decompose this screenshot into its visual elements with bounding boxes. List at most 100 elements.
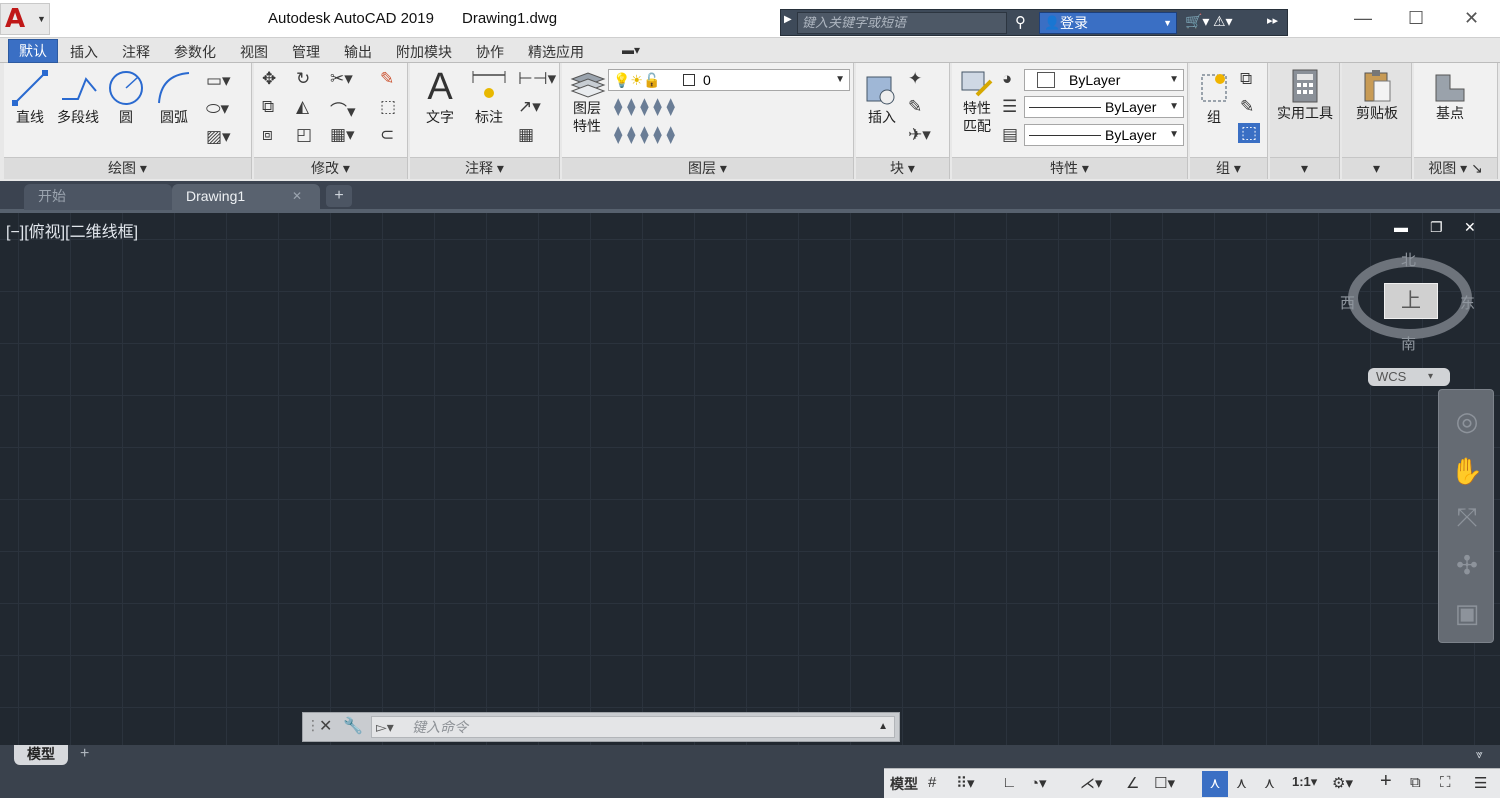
offset-icon[interactable]: ⊂ [380,125,394,145]
panel-clipboard-title[interactable]: ▾ [1342,157,1411,179]
maximize-button[interactable]: ☐ [1408,8,1424,29]
tab-manage[interactable]: 管理 [292,42,320,62]
close-command-line-icon[interactable]: ✕ [319,716,332,736]
tab-output[interactable]: 输出 [344,42,372,62]
more-arrows-icon[interactable]: ▸▸ [1267,14,1278,27]
panel-layers-title[interactable]: 图层 ▾ [562,157,853,179]
color-wheel-icon[interactable]: ◕ [1002,69,1012,89]
color-dropdown[interactable]: ByLayer ▼ [1024,69,1184,91]
drawing-canvas[interactable]: [−][俯视][二维线框] ▬ ❐ ✕ 上 北 南 东 西 WCS ▾ ◎ ✋ … [0,213,1500,745]
viewport-controls-label[interactable]: [−][俯视][二维线框] [6,218,138,242]
panel-utilities-title[interactable]: ▾ [1270,157,1339,179]
viewport-restore-icon[interactable]: ❐ [1430,219,1443,236]
line-button[interactable]: 直线 [10,69,50,127]
copy-icon[interactable]: ⧉ [262,97,274,117]
new-tab-icon[interactable]: + [326,185,352,207]
login-dropdown[interactable]: 👤 登录 ▼ [1039,12,1177,34]
close-button[interactable]: ✕ [1464,8,1479,29]
annotation-monitor-icon[interactable]: + [1380,770,1392,793]
fullscreen-icon[interactable]: ⛶ [1440,774,1451,791]
trim-icon[interactable]: ✂▾ [330,69,353,89]
ungroup-icon[interactable]: ⧉ [1240,69,1252,89]
panel-annotation-title[interactable]: 注释 ▾ [410,157,559,179]
create-block-icon[interactable]: ✦ [908,69,922,89]
compass-east[interactable]: 东 [1460,292,1475,313]
erase-icon[interactable]: ✎ [380,69,394,89]
arc-button[interactable]: 圆弧 [154,69,194,127]
tab-addins[interactable]: 附加模块 [396,42,452,62]
customization-menu-icon[interactable]: ☰ [1474,774,1487,792]
layer-properties-button[interactable]: 图层 特性 [566,69,608,135]
block-attributes-icon[interactable]: ✈▾ [908,125,931,145]
object-snap-icon[interactable]: ☐▾ [1154,774,1175,792]
explode-icon[interactable]: ⬚ [380,97,396,117]
add-layout-icon[interactable]: + [80,745,89,763]
fillet-icon[interactable]: ⌒▾ [330,97,356,122]
annotation-autoscale-icon[interactable]: ⋏ [1236,774,1247,792]
panel-groups-title[interactable]: 组 ▾ [1190,157,1267,179]
array-icon[interactable]: ▦▾ [330,125,355,145]
grid-icon[interactable]: # [928,774,936,791]
stretch-icon[interactable]: ⧈ [262,125,273,145]
panel-properties-title[interactable]: 特性 ▾ [952,157,1187,179]
utilities-button[interactable]: 实用工具 [1272,69,1338,123]
zoom-extents-icon[interactable]: ⤧ [1439,502,1495,534]
annotation-visibility-icon[interactable]: ⋏ [1202,771,1228,797]
compass-west[interactable]: 西 [1340,292,1355,313]
orbit-icon[interactable]: ✣ [1439,550,1495,581]
tab-parametric[interactable]: 参数化 [174,42,216,62]
polyline-button[interactable]: 多段线 [54,69,102,127]
table-icon[interactable]: ▦ [518,125,534,145]
command-input[interactable]: ▻▾ 键入命令 ▲ [371,716,895,738]
search-input[interactable]: 键入关键字或短语 [797,12,1007,34]
edit-block-icon[interactable]: ✎ [908,97,922,117]
command-prompt-icon[interactable]: ▻▾ [376,717,394,737]
pan-hand-icon[interactable]: ✋ [1439,456,1495,487]
isolate-objects-icon[interactable]: ⧉ [1410,774,1421,791]
clipboard-button[interactable]: 剪贴板 [1344,69,1410,123]
tab-annotate[interactable]: 注释 [122,42,150,62]
tab-default[interactable]: 默认 [8,39,58,63]
command-history-arrow-icon[interactable]: ▲ [878,717,888,737]
viewport-minimize-icon[interactable]: ▬ [1394,219,1408,235]
object-snap-tracking-icon[interactable]: ∠ [1126,774,1139,792]
tab-collaborate[interactable]: 协作 [476,42,504,62]
panel-modify-title[interactable]: 修改 ▾ [254,157,407,179]
cart-icon[interactable]: 🛒▾ [1185,13,1209,30]
ucs-menu[interactable]: WCS ▾ [1368,368,1450,386]
layer-tools-row1-icon[interactable]: ⧫ ⧫ ⧫ ⧫ ⧫ [614,97,675,117]
compass-south[interactable]: 南 [1401,333,1416,354]
group-edit-icon[interactable]: ✎ [1240,97,1254,117]
model-space-button[interactable]: 模型 [890,774,918,794]
binoculars-icon[interactable]: ⚲ [1015,13,1026,31]
annotation-scale-value[interactable]: 1:1▾ [1292,774,1317,790]
annotation-scale-icon[interactable]: ⋏ [1264,774,1275,792]
dimension-button[interactable]: 标注 [468,69,510,127]
a360-icon[interactable]: ⚠▾ [1213,13,1233,30]
ortho-icon[interactable]: ∟ [1002,774,1017,791]
viewcube-top-face[interactable]: 上 [1384,283,1438,319]
circle-button[interactable]: 圆 [106,69,146,127]
layer-dropdown[interactable]: 💡☀🔓 0 ▼ [608,69,850,91]
transparency-icon[interactable]: ▤ [1002,125,1018,145]
collapse-icon[interactable]: ⩔ [1476,747,1483,762]
minimize-button[interactable]: — [1354,8,1372,29]
base-view-button[interactable]: 基点 [1420,69,1480,123]
text-button[interactable]: A 文字 [420,67,460,127]
mirror-icon[interactable]: ◭ [296,97,309,117]
close-tab-icon[interactable]: ✕ [292,184,302,209]
hatch-icon[interactable]: ▨▾ [206,127,231,147]
workspace-gear-icon[interactable]: ⚙▾ [1332,774,1353,792]
customize-wrench-icon[interactable]: 🔧 [343,716,363,736]
group-button[interactable]: 组 [1194,69,1234,127]
viewport-close-icon[interactable]: ✕ [1464,219,1476,236]
tab-featured-apps[interactable]: 精选应用 [528,42,584,62]
ellipse-icon[interactable]: ⬭▾ [206,99,229,119]
move-icon[interactable]: ✥ [262,69,276,89]
lineweight-icon[interactable]: ☰ [1002,97,1017,117]
tab-model[interactable]: 模型 [14,745,68,765]
ribbon-toggle-icon[interactable]: ▬▾ [622,43,640,57]
application-menu-button[interactable]: A ▼ [0,3,50,35]
tab-insert[interactable]: 插入 [70,42,98,62]
rectangle-icon[interactable]: ▭▾ [206,71,231,91]
